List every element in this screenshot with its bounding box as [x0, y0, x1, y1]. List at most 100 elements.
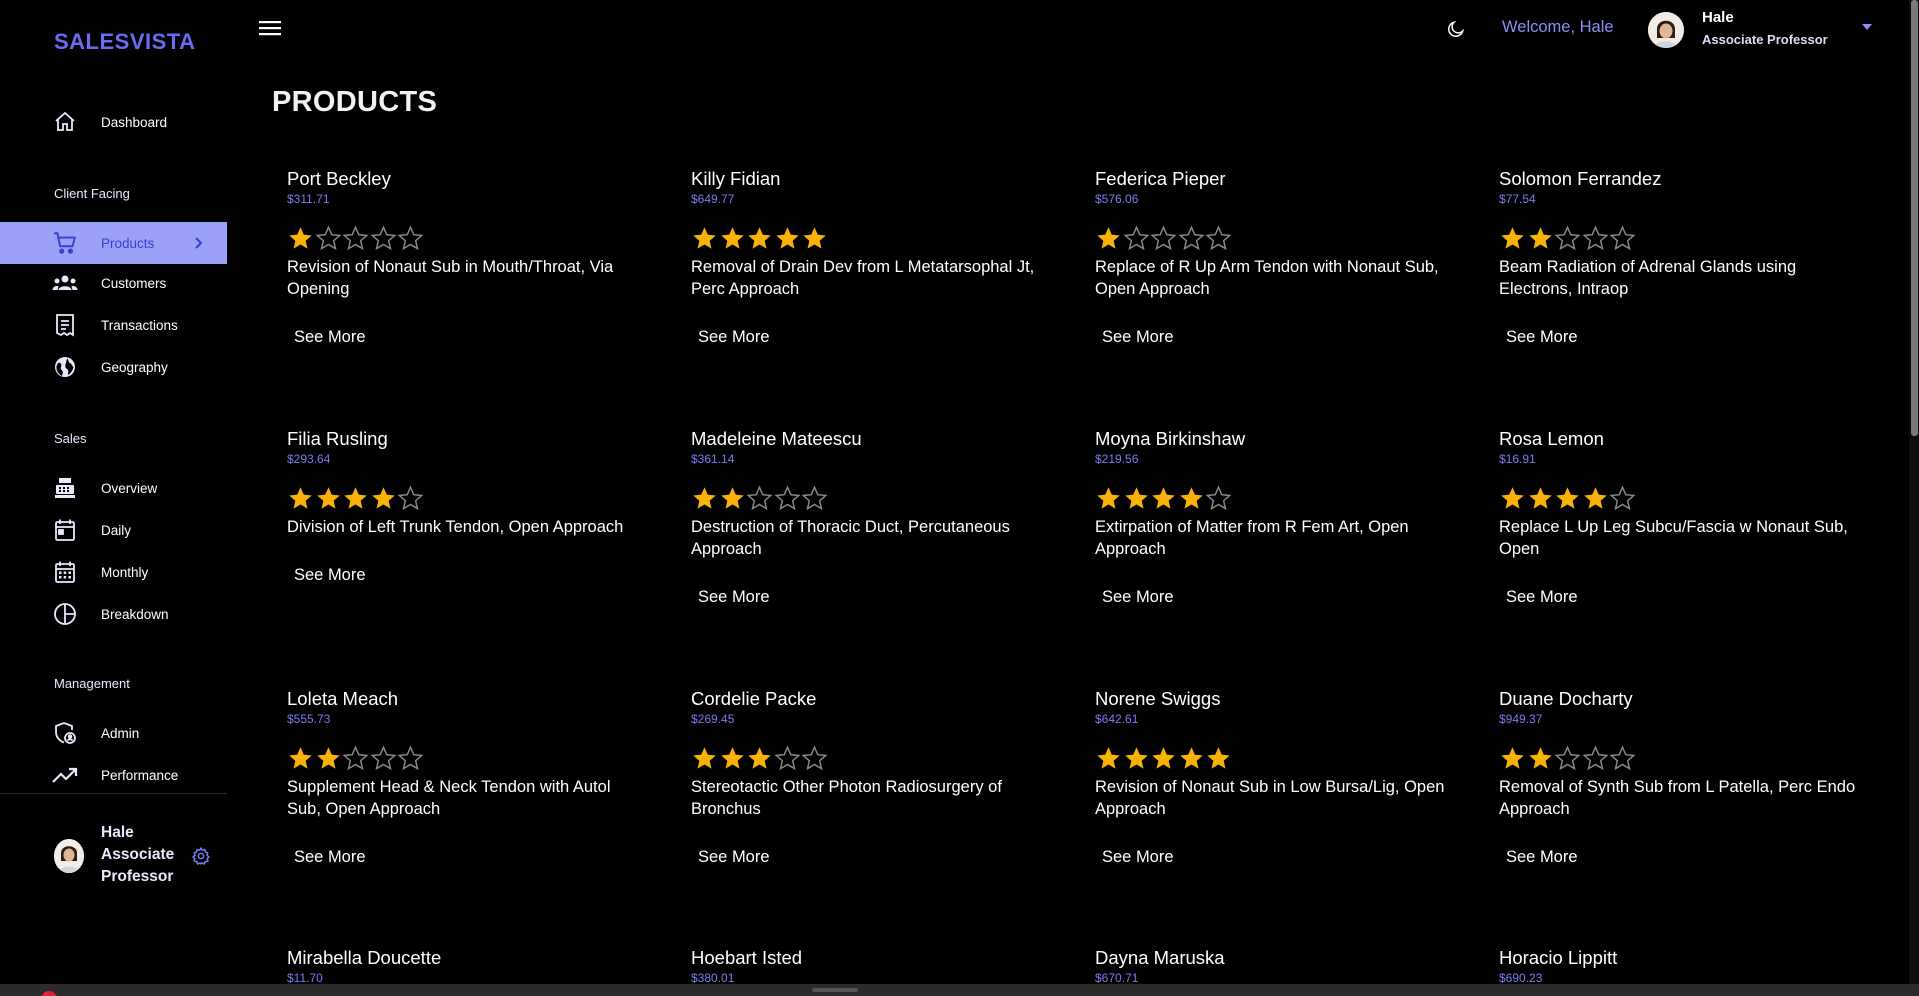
dark-mode-icon[interactable] — [1446, 19, 1466, 39]
product-description: Revision of Nonaut Sub in Low Bursa/Lig,… — [1095, 778, 1445, 818]
see-more-button[interactable]: See More — [1506, 328, 1578, 347]
see-more-button[interactable]: See More — [294, 328, 366, 347]
see-more-button[interactable]: See More — [294, 566, 366, 585]
scrollbar-thumb[interactable] — [1911, 0, 1918, 436]
cart-icon — [52, 230, 78, 256]
sidebar-item-label: Breakdown — [101, 606, 169, 622]
sidebar-item-label: Overview — [101, 480, 158, 496]
product-description: Replace of R Up Arm Tendon with Nonaut S… — [1095, 258, 1439, 298]
product-card: Loleta Meach $555.73 Supplement Head & Nec… — [287, 688, 657, 867]
menu-icon[interactable] — [258, 18, 282, 38]
sidebar-item-label: Admin — [101, 725, 140, 741]
sidebar-item-customers[interactable]: Customers — [0, 262, 227, 304]
star-filled-icon — [720, 227, 744, 249]
star-empty-icon — [397, 485, 424, 511]
star-empty-icon — [801, 745, 828, 771]
sidebar-item-admin[interactable]: Admin — [0, 712, 227, 754]
star-filled-icon — [1556, 487, 1579, 509]
star-filled-icon — [289, 227, 312, 249]
header-user-role: Associate Professor — [1702, 32, 1828, 47]
product-card: Mirabella Doucette $11.70 — [287, 947, 657, 986]
star-empty-icon — [1205, 225, 1232, 251]
product-price: $219.56 — [1095, 452, 1139, 466]
see-more-button[interactable]: See More — [698, 328, 770, 347]
star-filled-icon — [1152, 487, 1175, 509]
star-filled-icon — [1501, 487, 1524, 509]
sidebar-item-performance[interactable]: Performance — [0, 754, 227, 796]
see-more-button[interactable]: See More — [1506, 588, 1578, 607]
star-empty-icon — [1554, 225, 1581, 251]
profile-role-line1: Associate — [101, 846, 175, 863]
rating-stars — [1499, 225, 1869, 255]
sidebar-item-dashboard[interactable]: Dashboard — [0, 101, 227, 143]
product-card: Killy Fidian $649.77 Removal of Drain Dev … — [691, 168, 1061, 347]
see-more-button[interactable]: See More — [294, 848, 366, 867]
see-more-button[interactable]: See More — [1102, 848, 1174, 867]
star-empty-icon — [369, 745, 397, 771]
sidebar-item-label: Transactions — [101, 317, 178, 333]
star-filled-icon — [748, 227, 771, 249]
sidebar-item-products[interactable]: Products — [0, 222, 227, 264]
sidebar-item-label: Performance — [101, 767, 179, 783]
product-price: $576.06 — [1095, 192, 1139, 206]
see-more-button[interactable]: See More — [1102, 588, 1174, 607]
product-card: Dayna Maruska $670.71 — [1095, 947, 1465, 986]
point-of-sale-icon — [52, 475, 78, 501]
star-empty-icon — [801, 485, 828, 511]
dropdown-arrow-icon[interactable] — [1860, 22, 1874, 32]
product-name: Madeleine Mateescu — [691, 428, 862, 449]
rating-stars — [691, 745, 1061, 775]
sidebar-divider — [0, 793, 227, 794]
star-filled-icon — [1528, 487, 1552, 509]
product-name: Horacio Lippitt — [1499, 947, 1618, 968]
product-card: Port Beckley $311.71 Revision of Nonaut Su… — [287, 168, 657, 347]
star-empty-icon — [1150, 225, 1177, 251]
star-filled-icon — [371, 487, 395, 509]
star-filled-icon — [775, 227, 799, 249]
sidebar-item-daily[interactable]: Daily — [0, 509, 227, 551]
header-user-name: Hale — [1702, 9, 1734, 26]
see-more-button[interactable]: See More — [698, 848, 770, 867]
star-empty-icon — [1581, 225, 1609, 251]
bottom-handle — [812, 988, 858, 992]
pie-chart-icon — [52, 601, 78, 627]
home-icon — [52, 109, 78, 135]
sidebar-item-monthly[interactable]: Monthly — [0, 551, 227, 593]
header-avatar[interactable] — [1648, 12, 1684, 48]
star-filled-icon — [693, 747, 716, 769]
avatar[interactable] — [54, 839, 84, 873]
star-empty-icon — [773, 485, 801, 511]
settings-gear-icon[interactable] — [191, 846, 211, 866]
star-filled-icon — [1583, 487, 1607, 509]
sidebar-item-geography[interactable]: Geography — [0, 346, 227, 388]
brand-logo[interactable]: SALESVISTA — [54, 29, 196, 55]
product-card: Rosa Lemon $16.91 Replace L Up Leg Subcu/F… — [1499, 428, 1869, 607]
trending-up-icon — [52, 762, 78, 788]
sidebar-item-label: Daily — [101, 522, 132, 538]
see-more-button[interactable]: See More — [1506, 848, 1578, 867]
bottom-strip — [0, 984, 1919, 996]
section-client-facing: Client Facing — [54, 186, 130, 201]
product-name: Filia Rusling — [287, 428, 388, 449]
sidebar-item-label: Customers — [101, 275, 167, 291]
sidebar-item-transactions[interactable]: Transactions — [0, 304, 227, 346]
receipt-icon — [52, 312, 78, 338]
globe-icon — [52, 354, 78, 380]
product-description: Extirpation of Matter from R Fem Art, Op… — [1095, 518, 1409, 558]
rating-stars — [1095, 485, 1465, 515]
sidebar-item-overview[interactable]: Overview — [0, 467, 227, 509]
product-name: Killy Fidian — [691, 168, 781, 189]
see-more-button[interactable]: See More — [1102, 328, 1174, 347]
star-filled-icon — [289, 747, 312, 769]
product-price: $361.14 — [691, 452, 735, 466]
product-card: Hoebart Isted $380.01 — [691, 947, 1061, 986]
star-empty-icon — [1122, 225, 1150, 251]
product-card: Horacio Lippitt $690.23 — [1499, 947, 1869, 986]
sidebar-item-label: Geography — [101, 359, 168, 375]
page-title: PRODUCTS — [272, 86, 438, 118]
sidebar-item-breakdown[interactable]: Breakdown — [0, 593, 227, 635]
product-price: $642.61 — [1095, 712, 1139, 726]
rating-stars — [287, 485, 657, 515]
see-more-button[interactable]: See More — [698, 588, 770, 607]
product-description: Revision of Nonaut Sub in Mouth/Throat, … — [287, 258, 614, 298]
